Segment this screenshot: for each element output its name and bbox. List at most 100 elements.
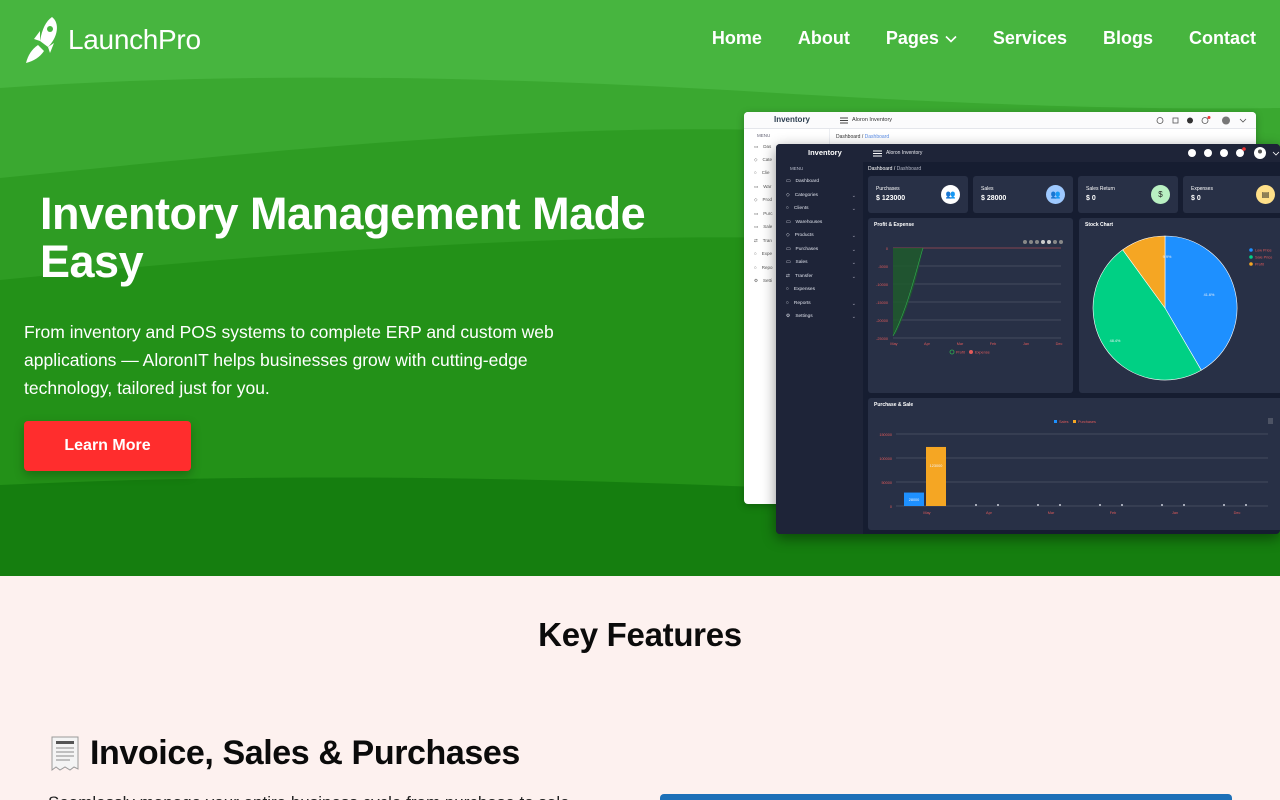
purchase-sale-chart: Sales Purchases 150000 100000 50000 0 Ma… (879, 418, 1273, 515)
cart-icon: ▭ (786, 260, 791, 265)
chevron-down-icon: ⌄ (851, 246, 856, 253)
y-tick: 0 (886, 247, 888, 251)
sidebar-item-purchases[interactable]: ▭ Purchases ⌄ (786, 246, 856, 253)
stat-card-expenses: Expenses $ 0 ▤ (1183, 176, 1280, 213)
y-tick: -5000 (878, 265, 888, 269)
light-sidebar-label: Repo (761, 265, 773, 270)
legend-label: Profit (1255, 263, 1265, 267)
bag-icon: ▭ (754, 211, 759, 216)
bag-icon: ▭ (786, 247, 791, 252)
purchase-sale-panel: Purchase & Sale Sales Purchases 150000 1… (868, 398, 1280, 530)
bar-sales-zero (1037, 504, 1039, 506)
nav-pages[interactable]: Pages (886, 28, 957, 49)
light-sidebar-item: ○ Repo (754, 265, 772, 270)
light-sidebar-label: Cate (762, 157, 772, 162)
slice-label: 48.4% (1110, 339, 1121, 343)
nav-blogs[interactable]: Blogs (1103, 28, 1153, 49)
dark-breadcrumb-root: Dashboard / (868, 166, 896, 172)
nav-contact[interactable]: Contact (1189, 28, 1256, 49)
light-sidebar-item: ◇ Cate (754, 157, 772, 163)
stat-card-value: $ 0 (1191, 195, 1201, 202)
sidebar-item-label: Categories (794, 193, 818, 198)
dark-breadcrumb-current: Dashboard (896, 166, 922, 172)
light-sidebar-label: War (763, 184, 772, 189)
light-sidebar-label: Tran (762, 238, 772, 243)
key-features-heading: Key Features (538, 616, 742, 653)
light-breadcrumb-root: Dashboard / (836, 134, 864, 140)
y-tick: -25000 (876, 337, 888, 341)
chevron-down-icon: ⌄ (851, 313, 856, 320)
feature-image (660, 794, 1232, 800)
slice-label: 9.9% (1163, 255, 1172, 259)
sidebar-item-sales[interactable]: ▭ Sales ⌄ (786, 260, 856, 266)
sidebar-item-reports[interactable]: ○ Reports ⌄ (786, 301, 856, 307)
x-tick: Mar (957, 342, 964, 346)
chevron-down-icon: ⌄ (851, 273, 856, 280)
menu-icon (1268, 418, 1273, 424)
sidebar-item-transfer[interactable]: ⇄ Transfer ⌄ (786, 273, 856, 280)
sidebar-item-clients[interactable]: ○ Clients ⌄ (786, 205, 856, 212)
sidebar-item-dashboard[interactable]: ▭ Dashboard (786, 179, 856, 184)
sidebar-item-products[interactable]: ◇ Products ⌄ (786, 232, 856, 239)
brand-logo[interactable]: LaunchPro (24, 15, 201, 65)
light-sidebar-label: Purc (763, 211, 773, 216)
wallet-icon: ○ (786, 287, 789, 292)
sidebar-item-expenses[interactable]: ○ Expenses (786, 287, 856, 292)
sidebar-item-categories[interactable]: ◇ Categories ⌄ (786, 192, 856, 199)
legend-label: Profit (956, 351, 966, 355)
bar-value-label: 28000 (909, 498, 920, 502)
bar-purchases (926, 446, 946, 506)
y-tick: 100000 (879, 457, 892, 461)
y-tick: 50000 (881, 481, 892, 485)
chevron-down-icon: ⌄ (851, 232, 856, 239)
nav-pages-label: Pages (885, 28, 939, 48)
sidebar-item-label: Purchases (795, 247, 819, 252)
top-navbar: LaunchPro Home About Pages Services Blog… (0, 0, 1280, 82)
sidebar-item-label: Clients (793, 206, 809, 211)
light-sidebar-label: Clie (761, 170, 770, 175)
light-app-name: Aloron Inventory (852, 117, 893, 123)
grid-lines (896, 433, 1268, 507)
light-sidebar-item: ▭ Purc (754, 211, 773, 217)
calendar-icon: ▭ (754, 144, 759, 149)
light-topbar: Inventory Aloron Inventory (744, 112, 1256, 129)
box-icon: ◇ (754, 197, 758, 202)
light-menu-label: MENU (757, 133, 771, 138)
sidebar-item-warehouses[interactable]: ▭ Warehouses (786, 220, 856, 225)
main-menu: Home About Pages Services Blogs Contact (712, 28, 1256, 49)
x-tick: Feb (1110, 511, 1117, 515)
sidebar-item-label: Reports (793, 301, 811, 306)
chevron-down-icon: ⌄ (851, 192, 856, 199)
bar-purchases-zero (1183, 504, 1185, 506)
sidebar-item-label: Sales (795, 260, 808, 265)
legend-label: Purchases (1078, 420, 1096, 424)
chevron-down-icon: ⌄ (851, 205, 856, 212)
nav-services[interactable]: Services (993, 28, 1067, 49)
nav-about[interactable]: About (798, 28, 850, 49)
light-sidebar-item: ▭ Sale (754, 224, 772, 230)
legend-label: Low Price (1255, 249, 1272, 253)
stat-card-purchases: Purchases $ 123000 👥 (868, 176, 968, 213)
users-icon: ○ (754, 170, 757, 175)
x-tick: Jan (1023, 342, 1029, 346)
dark-app-name: Aloron Inventory (886, 150, 923, 156)
x-tick: May (923, 511, 930, 515)
legend-marker (969, 350, 973, 354)
report-icon: ○ (754, 265, 757, 270)
bar-purchases-zero (1121, 504, 1123, 506)
feature-item-header: Invoice, Sales & Purchases (50, 734, 520, 773)
learn-more-button[interactable]: Learn More (24, 421, 191, 471)
sidebar-item-settings[interactable]: ⚙ Settings ⌄ (786, 313, 856, 320)
warehouse-icon: ▭ (754, 184, 759, 189)
receipt-icon (51, 736, 79, 771)
x-tick: Mar (1048, 511, 1055, 515)
dashboard-screenshot-dark: Inventory Aloron Inventory MENU ▭ Dashboa… (776, 144, 1280, 534)
legend-marker (1249, 248, 1253, 252)
x-tick: Dec (1056, 342, 1063, 346)
legend-marker (1054, 420, 1057, 423)
nav-home[interactable]: Home (712, 28, 762, 49)
dark-menu-label: MENU (790, 166, 804, 171)
stat-card-value: $ 0 (1086, 195, 1096, 202)
tag-icon: ◇ (754, 157, 758, 162)
light-logo: Inventory (774, 115, 811, 124)
